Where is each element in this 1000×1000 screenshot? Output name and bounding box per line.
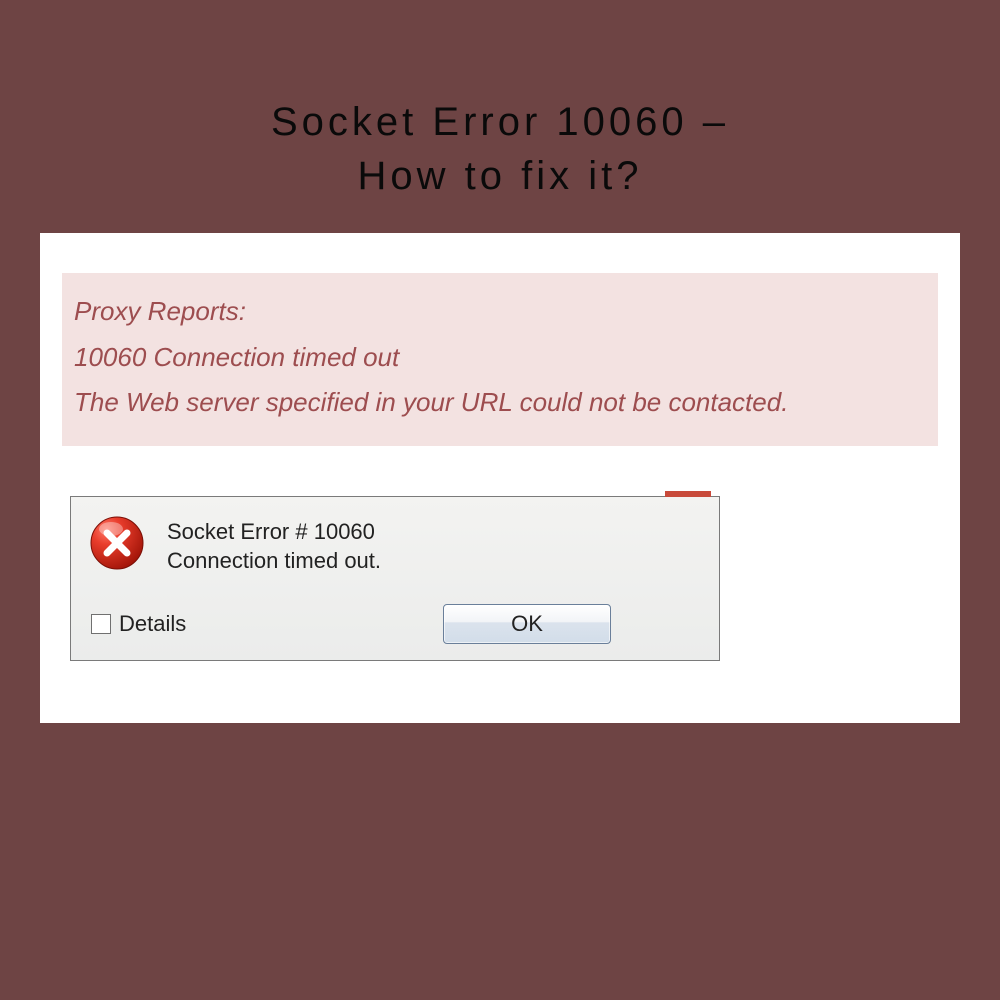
dialog-wrapper: Socket Error # 10060 Connection timed ou…: [70, 496, 720, 661]
dialog-message: Socket Error # 10060 Connection timed ou…: [167, 515, 381, 576]
error-x-icon: [89, 515, 145, 571]
ok-button[interactable]: OK: [443, 604, 611, 644]
dialog-msg-line-2: Connection timed out.: [167, 546, 381, 576]
dialog-msg-line-1: Socket Error # 10060: [167, 517, 381, 547]
title-line-2: How to fix it?: [358, 154, 643, 198]
details-label: Details: [119, 611, 186, 637]
proxy-line-3: The Web server specified in your URL cou…: [74, 380, 926, 426]
content-panel: Proxy Reports: 10060 Connection timed ou…: [40, 233, 960, 723]
title-line-1: Socket Error 10060 –: [271, 100, 729, 144]
ok-button-label: OK: [511, 611, 543, 637]
dialog-body: Socket Error # 10060 Connection timed ou…: [89, 515, 701, 576]
proxy-report-box: Proxy Reports: 10060 Connection timed ou…: [62, 273, 938, 446]
details-checkbox[interactable]: [91, 614, 111, 634]
details-group[interactable]: Details: [91, 611, 186, 637]
close-window-hint-icon[interactable]: [665, 491, 711, 497]
error-dialog: Socket Error # 10060 Connection timed ou…: [70, 496, 720, 661]
page-title: Socket Error 10060 – How to fix it?: [271, 95, 729, 203]
dialog-footer: Details OK: [89, 604, 701, 644]
proxy-line-1: Proxy Reports:: [74, 289, 926, 335]
proxy-line-2: 10060 Connection timed out: [74, 335, 926, 381]
